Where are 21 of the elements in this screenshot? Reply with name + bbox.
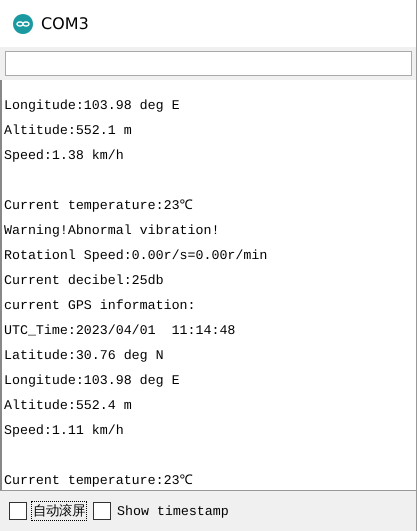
output-line: Longitude:103.98 deg E [4, 372, 181, 390]
window-title: COM3 [41, 14, 89, 33]
input-field[interactable] [5, 51, 412, 76]
checkbox[interactable] [93, 502, 111, 520]
output-line: UTC_Time:2023/04/01 11:14:48 [4, 322, 236, 340]
output-line: Current temperature:23℃ [4, 472, 194, 490]
output-line: Latitude:30.76 deg N [4, 347, 165, 365]
output-line: Speed:1.11 km/h [4, 422, 125, 440]
output-line: current GPS information: [4, 297, 197, 315]
output-line: Warning!Abnormal vibration! [4, 222, 220, 240]
app-logo-icon [13, 14, 33, 34]
output-line: Current temperature:23℃ [4, 197, 194, 215]
checkbox-label[interactable]: Show timestamp [115, 502, 231, 520]
output-line: Altitude:552.4 m [4, 397, 133, 415]
output-line: Rotationl Speed:0.00r/s=0.00r/min [4, 247, 268, 265]
output-line: Altitude:552.1 m [4, 122, 133, 140]
checkbox[interactable] [9, 502, 27, 520]
output-line: Longitude:103.98 deg E [4, 97, 181, 115]
checkbox-label[interactable]: 自动滚屏 [31, 501, 87, 521]
output-line: Speed:1.38 km/h [4, 147, 125, 165]
output-line: Current decibel:25db [4, 272, 165, 290]
